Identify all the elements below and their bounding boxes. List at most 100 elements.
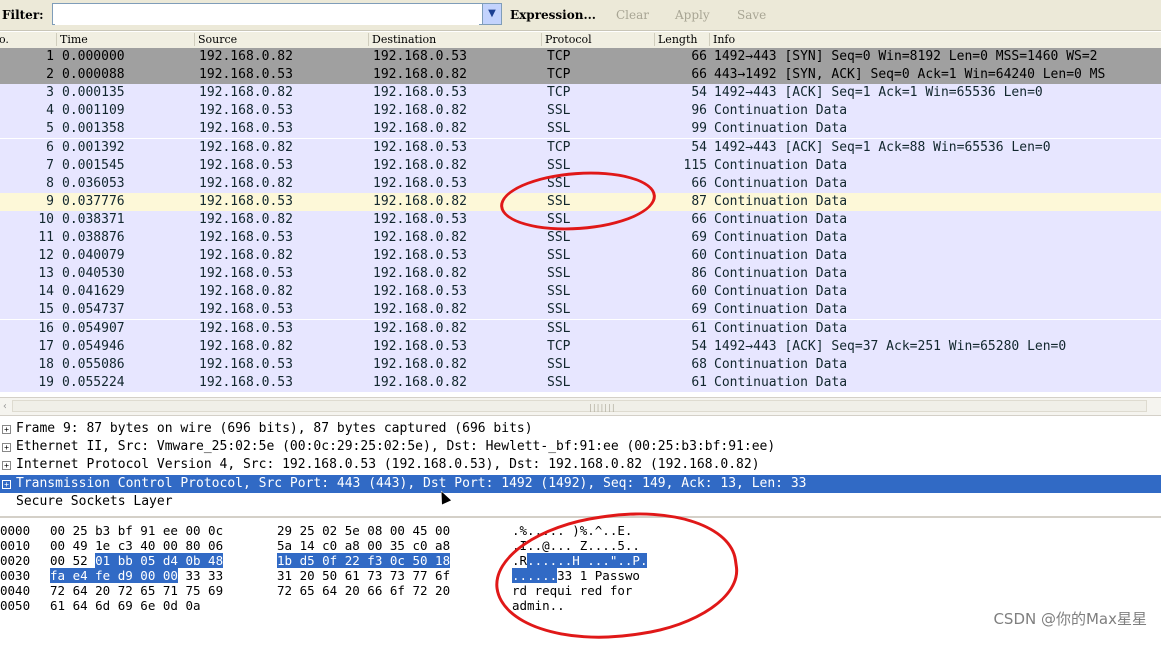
column-header-protocol[interactable]: Protocol — [541, 33, 592, 46]
packet-source: 192.168.0.53 — [199, 67, 293, 83]
ascii-selection: ...... — [512, 568, 558, 583]
packet-destination: 192.168.0.53 — [373, 49, 467, 64]
packet-destination: 192.168.0.82 — [373, 302, 467, 318]
packet-list-scrollbar[interactable]: ‹ ||||||| — [0, 397, 1161, 416]
packet-time: 0.054946 — [62, 338, 125, 354]
packet-destination: 192.168.0.82 — [373, 121, 467, 137]
column-header-info[interactable]: Info — [709, 33, 735, 46]
packet-time: 0.038876 — [62, 230, 125, 245]
packet-length: 68 — [691, 356, 707, 372]
packet-row[interactable]: 15 0.054737 192.168.0.53 192.168.0.82 SSL 69 C… — [0, 301, 1161, 320]
column-header-no[interactable]: o. — [0, 33, 9, 46]
expand-icon[interactable]: + — [2, 443, 11, 452]
filter-toolbar: Filter: ▼ Expression... Clear Apply Save — [0, 0, 1161, 31]
packet-length: 54 — [691, 139, 707, 155]
packet-row[interactable]: 13 0.040530 192.168.0.53 192.168.0.82 SSL 86 C… — [0, 265, 1161, 284]
column-header-destination[interactable]: Destination — [368, 33, 436, 46]
packet-length: 86 — [691, 266, 707, 282]
packet-row[interactable]: 3 0.000135 192.168.0.82 192.168.0.53 TCP 54 14… — [0, 84, 1161, 103]
scroll-left-icon[interactable]: ‹ — [0, 398, 10, 415]
packet-time: 0.001109 — [62, 103, 125, 119]
apply-button[interactable]: Apply — [675, 8, 710, 22]
filter-input[interactable] — [55, 5, 479, 25]
packet-protocol: SSL — [547, 284, 571, 300]
packet-destination: 192.168.0.82 — [373, 157, 467, 173]
packet-row[interactable]: 16 0.054907 192.168.0.53 192.168.0.82 SSL 61 C… — [0, 319, 1161, 338]
packet-time: 0.054907 — [62, 320, 125, 336]
save-button[interactable]: Save — [737, 8, 766, 22]
scrollbar-thumb[interactable] — [12, 400, 1147, 412]
packet-length: 87 — [691, 193, 707, 209]
dropdown-arrow-icon[interactable]: ▼ — [482, 4, 501, 24]
packet-row[interactable]: 14 0.041629 192.168.0.82 192.168.0.53 SSL 60 C… — [0, 283, 1161, 302]
packet-details: + Frame 9: 87 bytes on wire (696 bits), … — [0, 420, 1161, 515]
packet-length: 54 — [691, 85, 707, 101]
packet-row[interactable]: 10 0.038371 192.168.0.82 192.168.0.53 SSL 66 C… — [0, 210, 1161, 229]
packet-protocol: SSL — [547, 121, 571, 137]
packet-source: 192.168.0.53 — [199, 230, 293, 245]
packet-protocol: SSL — [547, 302, 571, 318]
packet-no: 9 — [46, 193, 54, 209]
packet-row[interactable]: 4 0.001109 192.168.0.53 192.168.0.82 SSL 96 Co… — [0, 102, 1161, 121]
packet-length: 69 — [691, 230, 707, 245]
packet-source: 192.168.0.82 — [199, 85, 293, 101]
packet-row[interactable]: 7 0.001545 192.168.0.53 192.168.0.82 SSL 115 C… — [0, 156, 1161, 175]
expand-icon[interactable]: + — [2, 461, 11, 470]
packet-protocol: SSL — [547, 211, 571, 227]
column-header-length[interactable]: Length — [654, 33, 697, 46]
filter-combobox[interactable]: ▼ — [52, 3, 502, 25]
packet-destination: 192.168.0.82 — [373, 266, 467, 282]
packet-source: 192.168.0.53 — [199, 374, 293, 390]
packet-time: 0.001358 — [62, 121, 125, 137]
clear-button[interactable]: Clear — [616, 8, 649, 22]
hex-selection: 01 bb 05 d4 0b 48 — [95, 553, 224, 568]
pane-divider[interactable] — [0, 516, 1161, 518]
packet-row[interactable]: 1 0.000000 192.168.0.82 192.168.0.53 TCP 66 14… — [0, 48, 1161, 66]
packet-row[interactable]: 8 0.036053 192.168.0.82 192.168.0.53 SSL 66 Co… — [0, 174, 1161, 193]
packet-source: 192.168.0.53 — [199, 320, 293, 336]
packet-no: 11 — [38, 230, 54, 245]
packet-destination: 192.168.0.82 — [373, 356, 467, 372]
packet-destination: 192.168.0.53 — [373, 284, 467, 300]
packet-row[interactable]: 11 0.038876 192.168.0.53 192.168.0.82 SSL 69 C… — [0, 229, 1161, 247]
detail-row-ssl[interactable]: Secure Sockets Layer — [0, 493, 1161, 511]
detail-row-tcp[interactable]: + Transmission Control Protocol, Src Por… — [0, 475, 1161, 493]
packet-source: 192.168.0.82 — [199, 338, 293, 354]
packet-info: 1492→443 [ACK] Seq=1 Ack=88 Win=65536 Le… — [714, 139, 1051, 155]
detail-row-frame[interactable]: + Frame 9: 87 bytes on wire (696 bits), … — [0, 420, 1161, 438]
detail-row-ipv4[interactable]: + Internet Protocol Version 4, Src: 192.… — [0, 456, 1161, 474]
detail-row-ethernet[interactable]: + Ethernet II, Src: Vmware_25:02:5e (00:… — [0, 438, 1161, 456]
packet-row[interactable]: 5 0.001358 192.168.0.53 192.168.0.82 SSL 99 Co… — [0, 120, 1161, 139]
packet-source: 192.168.0.53 — [199, 193, 293, 209]
expand-icon[interactable]: + — [2, 425, 11, 434]
column-header-source[interactable]: Source — [194, 33, 237, 46]
column-header-time[interactable]: Time — [56, 33, 88, 46]
packet-source: 192.168.0.53 — [199, 121, 293, 137]
packet-row[interactable]: 2 0.000088 192.168.0.53 192.168.0.82 TCP 66 44… — [0, 66, 1161, 85]
packet-row[interactable]: 19 0.055224 192.168.0.53 192.168.0.82 SSL 61 C… — [0, 373, 1161, 392]
packet-length: 66 — [691, 67, 707, 83]
expression-button[interactable]: Expression... — [510, 8, 596, 22]
packet-info: Continuation Data — [714, 157, 848, 173]
packet-time: 0.036053 — [62, 175, 125, 191]
packet-row[interactable]: 12 0.040079 192.168.0.82 192.168.0.53 SSL 60 C… — [0, 247, 1161, 266]
packet-row[interactable]: 17 0.054946 192.168.0.82 192.168.0.53 TCP 54 1… — [0, 337, 1161, 356]
packet-source: 192.168.0.82 — [199, 49, 293, 64]
packet-protocol: SSL — [547, 248, 571, 264]
packet-no: 14 — [38, 284, 54, 300]
packet-destination: 192.168.0.53 — [373, 175, 467, 191]
packet-protocol: SSL — [547, 157, 571, 173]
packet-row[interactable]: 18 0.055086 192.168.0.53 192.168.0.82 SSL 68 C… — [0, 355, 1161, 374]
packet-length: 66 — [691, 211, 707, 227]
packet-no: 6 — [46, 139, 54, 155]
packet-length: 60 — [691, 284, 707, 300]
packet-row[interactable]: 9 0.037776 192.168.0.53 192.168.0.82 SSL 87 Co… — [0, 192, 1161, 211]
packet-length: 60 — [691, 248, 707, 264]
packet-row[interactable]: 6 0.001392 192.168.0.82 192.168.0.53 TCP 54 14… — [0, 138, 1161, 157]
expand-icon[interactable]: + — [2, 480, 11, 489]
packet-protocol: TCP — [547, 338, 571, 354]
packet-info: Continuation Data — [714, 103, 848, 119]
detail-text: Internet Protocol Version 4, Src: 192.16… — [16, 457, 760, 472]
packet-no: 5 — [46, 121, 54, 137]
packet-protocol: SSL — [547, 374, 571, 390]
